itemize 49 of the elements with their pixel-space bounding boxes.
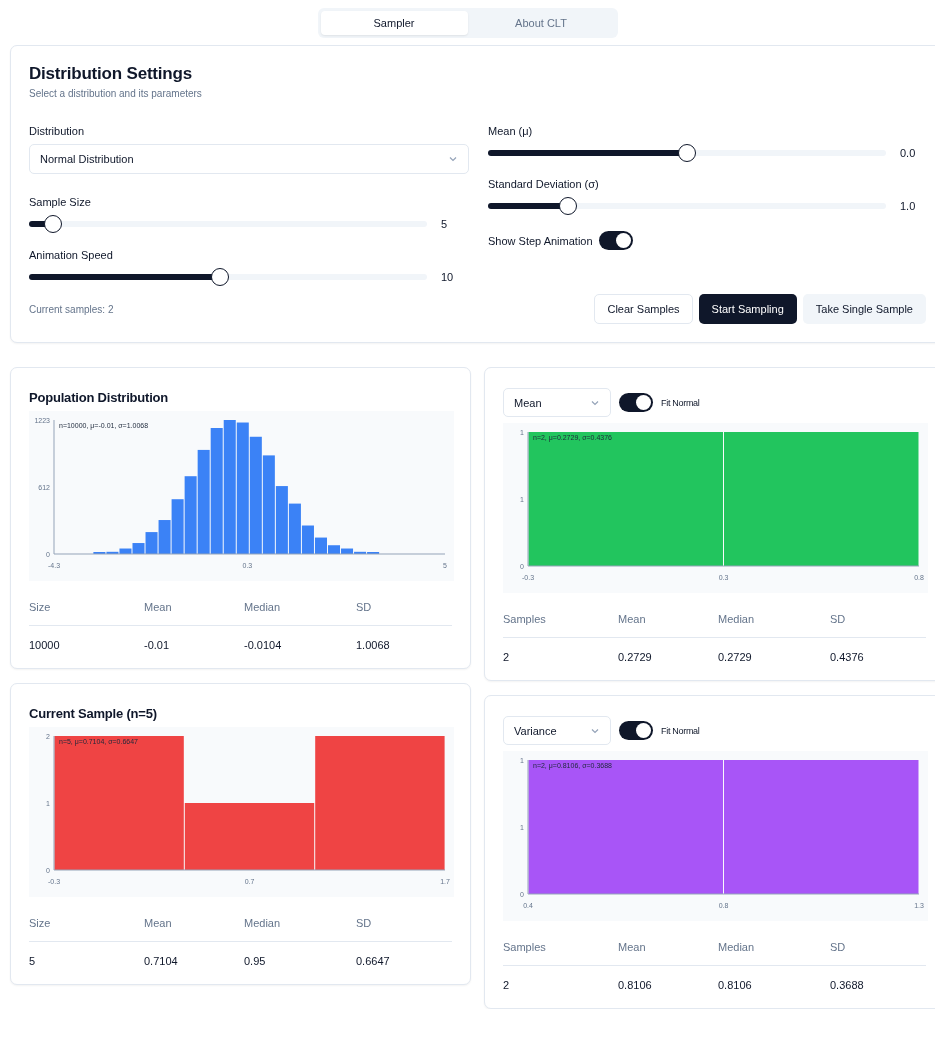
table-cell-text: -0.0104	[244, 638, 283, 653]
table-cell-text: 0.2729	[618, 650, 653, 665]
toggle-label: Show Step Animation	[488, 234, 593, 247]
table-cell-text: 1.0068	[356, 638, 391, 653]
column-header: Size	[29, 917, 144, 942]
slider-value: 0.0	[900, 147, 917, 159]
column-header: Median	[244, 917, 356, 942]
column-header: Median	[718, 941, 830, 966]
table-cell-text: 0.8106	[618, 978, 653, 993]
column-header: SD	[830, 941, 926, 966]
column-header: Mean	[618, 613, 718, 638]
column-header: SD	[356, 601, 452, 626]
slider-label: Animation Speed	[29, 249, 114, 261]
column-header: Size	[29, 601, 144, 626]
column-header: Mean	[618, 941, 718, 966]
card-title: Current Sample (n=5)	[29, 706, 158, 721]
table-cell-text: 0.8106	[718, 978, 753, 993]
table-cell-text: 0.4376	[830, 650, 865, 665]
toggle-label: Fit Normal	[661, 397, 700, 408]
field-label: Distribution	[29, 125, 86, 137]
table-cell-text: 0.2729	[718, 650, 753, 665]
table-cell-text: 5	[29, 954, 37, 969]
toggle-label: Fit Normal	[661, 725, 700, 736]
slider-label: Mean (μ)	[488, 125, 534, 137]
slider-label: Standard Deviation (σ)	[488, 178, 600, 190]
card-subtitle: Select a distribution and its parameters	[29, 88, 203, 99]
slider-value: 1.0	[900, 200, 917, 212]
table-cell-text: 10000	[29, 638, 61, 653]
card-title: Population Distribution	[29, 390, 170, 405]
table-cell-text: 0.3688	[830, 978, 865, 993]
table-cell-text: 2	[503, 978, 511, 993]
table-cell-text: 0.7104	[144, 954, 179, 969]
column-header: Median	[718, 613, 830, 638]
column-header: Mean	[144, 601, 244, 626]
column-header: Samples	[503, 941, 618, 966]
column-header: SD	[356, 917, 452, 942]
sample-count: Current samples: 2	[29, 303, 114, 315]
slider-label: Sample Size	[29, 196, 92, 208]
slider-value: 5	[441, 218, 449, 230]
table-cell-text: 0.6647	[356, 954, 391, 969]
column-header: Median	[244, 601, 356, 626]
table-cell-text: 0.95	[244, 954, 267, 969]
column-header: SD	[830, 613, 926, 638]
slider-value: 10	[441, 271, 455, 283]
column-header: Samples	[503, 613, 618, 638]
card-title: Distribution Settings	[29, 64, 193, 84]
column-header: Mean	[144, 917, 244, 942]
table-cell-text: -0.01	[144, 638, 171, 653]
table-cell-text: 2	[503, 650, 511, 665]
